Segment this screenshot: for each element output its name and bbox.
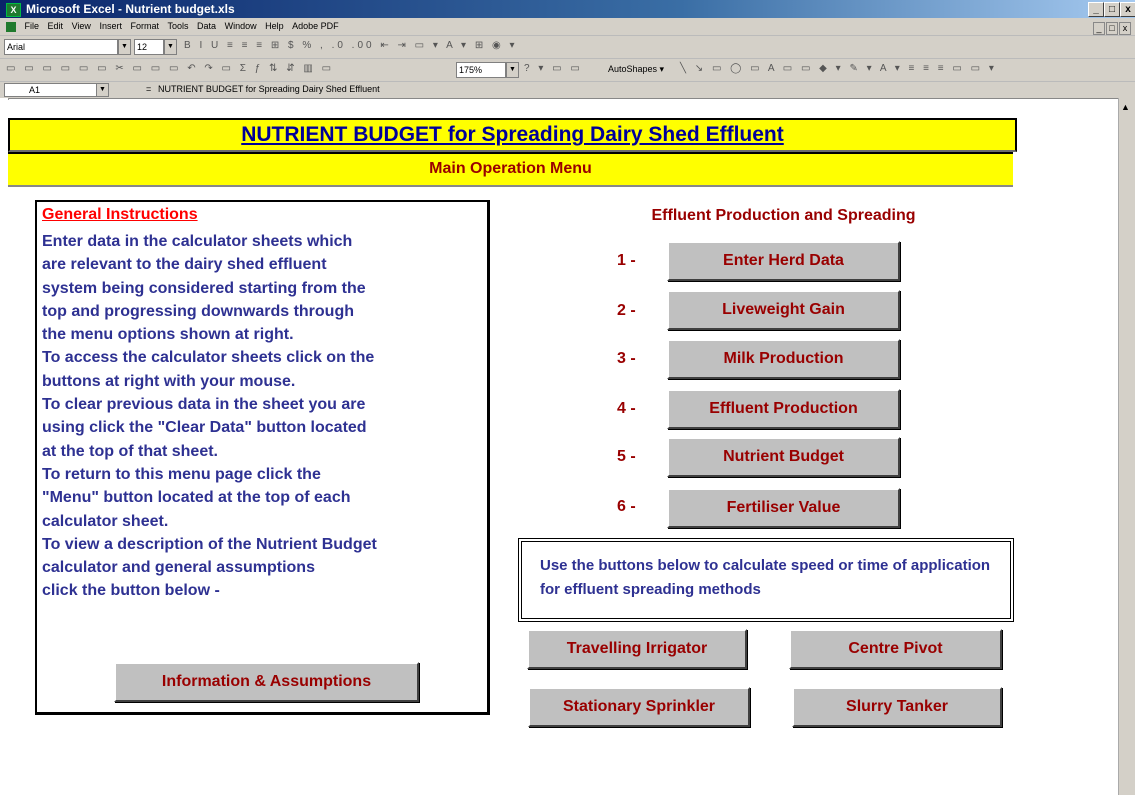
maximize-button[interactable]: □ [1104,2,1120,17]
workbook-icon[interactable] [6,21,16,32]
instruction-line: calculator and general assumptions [42,559,315,577]
standard-buttons[interactable]: ▭ ▭ ▭ ▭ ▭ ▭ ✂ ▭ ▭ ▭ ↶ ↷ ▭ Σ ƒ ⇅ ⇵ ▥ ▭ [6,63,334,77]
font-name-dropdown[interactable]: ▼ [118,39,131,55]
instruction-line: To access the calculator sheets click on… [42,349,375,367]
menu-tools[interactable]: Tools [165,18,192,35]
instruction-line: top and progressing downwards through [42,302,354,320]
menu-insert[interactable]: Insert [96,18,125,35]
liveweight-gain-button[interactable]: Liveweight Gain [667,290,900,330]
step-number: 6 - [617,498,636,515]
zoom-dropdown[interactable]: ▼ [506,62,519,78]
vertical-scrollbar[interactable]: ▲ [1118,98,1135,795]
window-title: Microsoft Excel - Nutrient budget.xls [26,2,235,16]
menu-help[interactable]: Help [262,18,287,35]
window-title-bar: X Microsoft Excel - Nutrient budget.xls … [0,0,1135,18]
menu-edit[interactable]: Edit [45,18,67,35]
general-instructions-panel: General Instructions Enter data in the c… [35,200,490,715]
fertiliser-value-button[interactable]: Fertiliser Value [667,488,900,528]
step-number: 1 - [617,252,636,269]
workbook-minimize-button[interactable]: _ [1093,22,1105,35]
instruction-line: To clear previous data in the sheet you … [42,396,366,414]
font-name-field[interactable]: Arial [4,39,118,55]
instruction-line: using click the "Clear Data" button loca… [42,419,367,437]
step-number: 2 - [617,302,636,319]
enter-herd-data-button[interactable]: Enter Herd Data [667,241,900,281]
name-box-dropdown[interactable]: ▼ [96,83,109,97]
autoshapes-menu[interactable]: AutoShapes ▾ [608,64,664,75]
formatting-buttons[interactable]: B I U ≡ ≡ ≡ ⊞ $ % , .0 .00 ⇤ ⇥ ▭ ▾ A ▾ ⊞… [184,40,518,54]
effluent-production-button[interactable]: Effluent Production [667,389,900,429]
name-box[interactable]: A1 [4,83,108,97]
information-assumptions-button[interactable]: Information & Assumptions [114,662,419,702]
zoom-field[interactable]: 175% [456,62,506,78]
font-size-field[interactable]: 12 [134,39,164,55]
instruction-line: the menu options shown at right. [42,326,294,344]
instruction-line: at the top of that sheet. [42,442,218,460]
instruction-line: "Menu" button located at the top of each [42,489,351,507]
workbook-window-controls: _ □ x [1092,20,1131,37]
help-buttons[interactable]: ? ▾ ▭ ▭ [524,63,583,77]
instruction-line: To view a description of the Nutrient Bu… [42,535,377,553]
standard-toolbar: ▭ ▭ ▭ ▭ ▭ ▭ ✂ ▭ ▭ ▭ ↶ ↷ ▭ Σ ƒ ⇅ ⇵ ▥ ▭ 17… [0,59,1135,82]
scroll-up-icon[interactable]: ▲ [1121,102,1130,112]
stationary-sprinkler-button[interactable]: Stationary Sprinkler [528,687,750,727]
workbook-restore-button[interactable]: □ [1106,22,1118,35]
instructions-text: Enter data in the calculator sheets whic… [42,230,487,603]
formula-bar: A1 ▼ = NUTRIENT BUDGET for Spreading Dai… [0,82,1135,99]
step-number: 4 - [617,400,636,417]
page-title: NUTRIENT BUDGET for Spreading Dairy Shed… [8,118,1017,152]
effluent-section-heading: Effluent Production and Spreading [605,202,962,229]
instruction-line: To return to this menu page click the [42,465,321,483]
calculation-note-box: Use the buttons below to calculate speed… [518,538,1014,622]
instruction-line: system being considered starting from th… [42,279,366,297]
instruction-line: Enter data in the calculator sheets whic… [42,233,353,250]
menu-bar: File Edit View Insert Format Tools Data … [0,18,1135,36]
instruction-line: calculator sheet. [42,512,169,530]
formula-input[interactable]: NUTRIENT BUDGET for Spreading Dairy Shed… [158,84,380,94]
slurry-tanker-button[interactable]: Slurry Tanker [792,687,1002,727]
milk-production-button[interactable]: Milk Production [667,339,900,379]
excel-app-icon[interactable]: X [6,3,21,17]
instruction-line: click the button below - [42,582,220,600]
menu-data[interactable]: Data [194,18,219,35]
font-size-dropdown[interactable]: ▼ [164,39,177,55]
formatting-toolbar: Arial ▼ 12 ▼ B I U ≡ ≡ ≡ ⊞ $ % , .0 .00 … [0,36,1135,59]
calculation-note-text: Use the buttons below to calculate speed… [540,557,991,598]
formula-equals: = [146,84,152,94]
close-button[interactable]: x [1120,2,1135,17]
step-number: 3 - [617,350,636,367]
step-number: 5 - [617,448,636,465]
menu-file[interactable]: File [22,18,43,35]
centre-pivot-button[interactable]: Centre Pivot [789,629,1002,669]
travelling-irrigator-button[interactable]: Travelling Irrigator [527,629,747,669]
instruction-line: are relevant to the dairy shed effluent [42,256,327,274]
instructions-heading: General Instructions [42,206,198,223]
drawing-buttons[interactable]: ╲ ↘ ▭ ◯ ▭ A ▭ ▭ ◆ ▾ ✎ ▾ A ▾ ≡ ≡ ≡ ▭ ▭ ▾ [680,63,997,77]
minimize-button[interactable]: _ [1088,2,1104,17]
nutrient-budget-button[interactable]: Nutrient Budget [667,437,900,477]
menu-format[interactable]: Format [127,18,162,35]
page-subtitle: Main Operation Menu [8,152,1013,187]
workbook-close-button[interactable]: x [1119,22,1131,35]
instruction-line: buttons at right with your mouse. [42,372,296,390]
menu-adobe-pdf[interactable]: Adobe PDF [289,18,342,35]
menu-view[interactable]: View [69,18,94,35]
menu-window[interactable]: Window [222,18,260,35]
